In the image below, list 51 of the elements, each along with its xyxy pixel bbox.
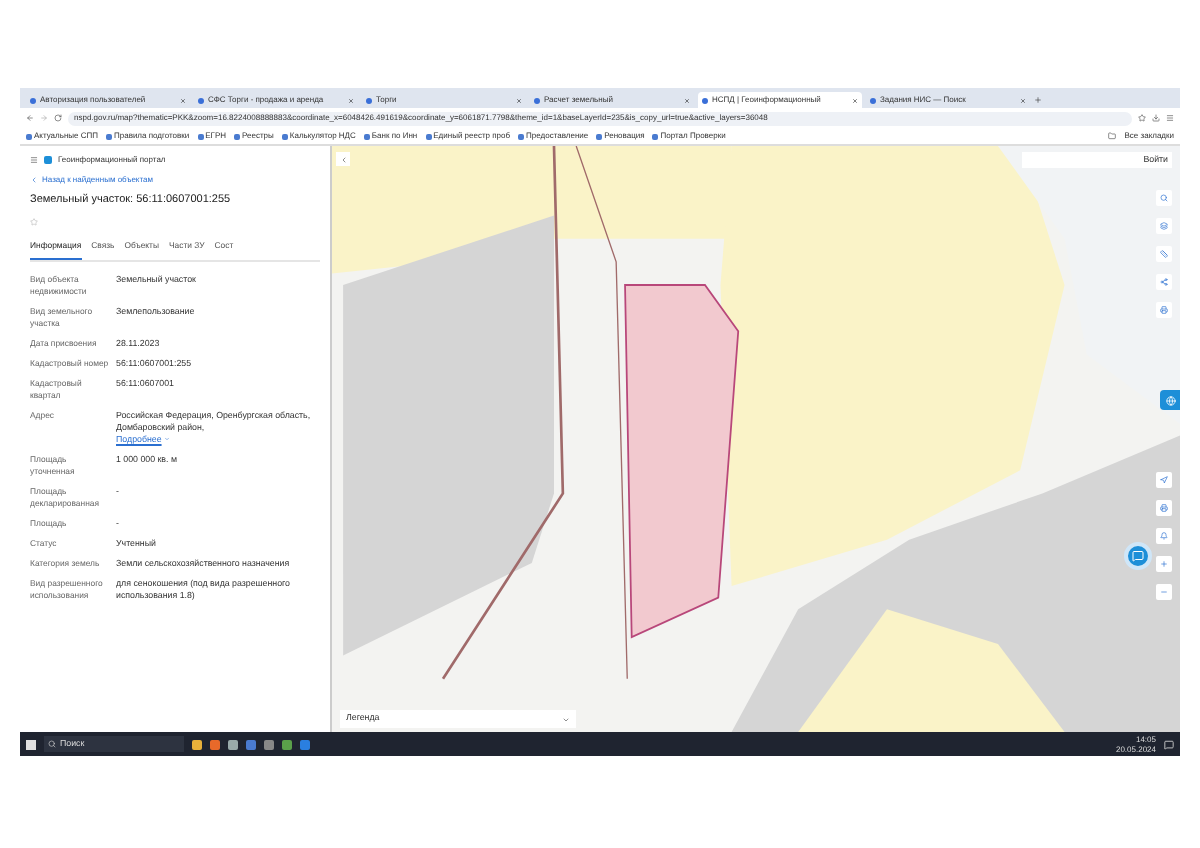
logo-icon bbox=[44, 155, 52, 163]
bookmark-icon bbox=[518, 133, 525, 139]
notification-icon[interactable] bbox=[1164, 739, 1174, 749]
search-icon bbox=[48, 740, 56, 748]
map-tool-button[interactable] bbox=[1156, 274, 1172, 290]
globe-icon bbox=[1165, 395, 1175, 405]
map-tool-button[interactable] bbox=[1156, 190, 1172, 206]
windows-icon[interactable] bbox=[26, 739, 36, 749]
bookmark-icon bbox=[234, 133, 241, 139]
favicon-icon bbox=[366, 97, 372, 103]
map-tool-button[interactable] bbox=[1156, 218, 1172, 234]
new-tab-icon[interactable] bbox=[1034, 96, 1042, 104]
control-icon bbox=[1160, 532, 1168, 540]
bookmark-icon bbox=[652, 133, 659, 139]
bookmark-icon bbox=[363, 133, 370, 139]
bookmark-icon bbox=[106, 133, 112, 139]
map-control-button[interactable] bbox=[1156, 472, 1172, 488]
download-icon[interactable] bbox=[1152, 114, 1160, 122]
tool-icon bbox=[1160, 306, 1168, 314]
star-icon[interactable] bbox=[1138, 114, 1146, 122]
bookmark-icon bbox=[281, 133, 288, 139]
map-control-button[interactable] bbox=[1156, 500, 1172, 516]
map-control-button[interactable] bbox=[1156, 556, 1172, 572]
control-icon bbox=[1160, 476, 1168, 484]
favicon-icon bbox=[534, 97, 540, 103]
side-tab-button[interactable] bbox=[1160, 390, 1180, 410]
bookmark-icon bbox=[596, 133, 603, 139]
favicon-icon bbox=[30, 97, 36, 103]
map-tool-button[interactable] bbox=[1156, 246, 1172, 262]
folder-icon bbox=[1108, 132, 1117, 140]
menu-icon[interactable] bbox=[1166, 114, 1174, 122]
bookmark-icon bbox=[197, 133, 204, 139]
favicon-icon bbox=[870, 97, 876, 103]
map-control-button[interactable] bbox=[1156, 528, 1172, 544]
favicon-icon bbox=[702, 97, 708, 103]
map-control-button[interactable] bbox=[1156, 584, 1172, 600]
tool-icon bbox=[1160, 194, 1168, 202]
tool-icon bbox=[1160, 222, 1168, 230]
reload-icon[interactable] bbox=[54, 114, 62, 122]
tool-icon bbox=[1160, 250, 1168, 258]
control-icon bbox=[1160, 588, 1168, 596]
bookmark-icon bbox=[425, 133, 432, 139]
bookmark-icon bbox=[26, 133, 32, 139]
tool-icon bbox=[1160, 278, 1168, 286]
map-tool-button[interactable] bbox=[1156, 302, 1172, 318]
favicon-icon bbox=[198, 97, 204, 103]
control-icon bbox=[1160, 560, 1168, 568]
back-icon[interactable] bbox=[26, 114, 34, 122]
control-icon bbox=[1160, 504, 1168, 512]
menu-icon[interactable] bbox=[30, 155, 38, 163]
chat-icon bbox=[1132, 550, 1144, 562]
